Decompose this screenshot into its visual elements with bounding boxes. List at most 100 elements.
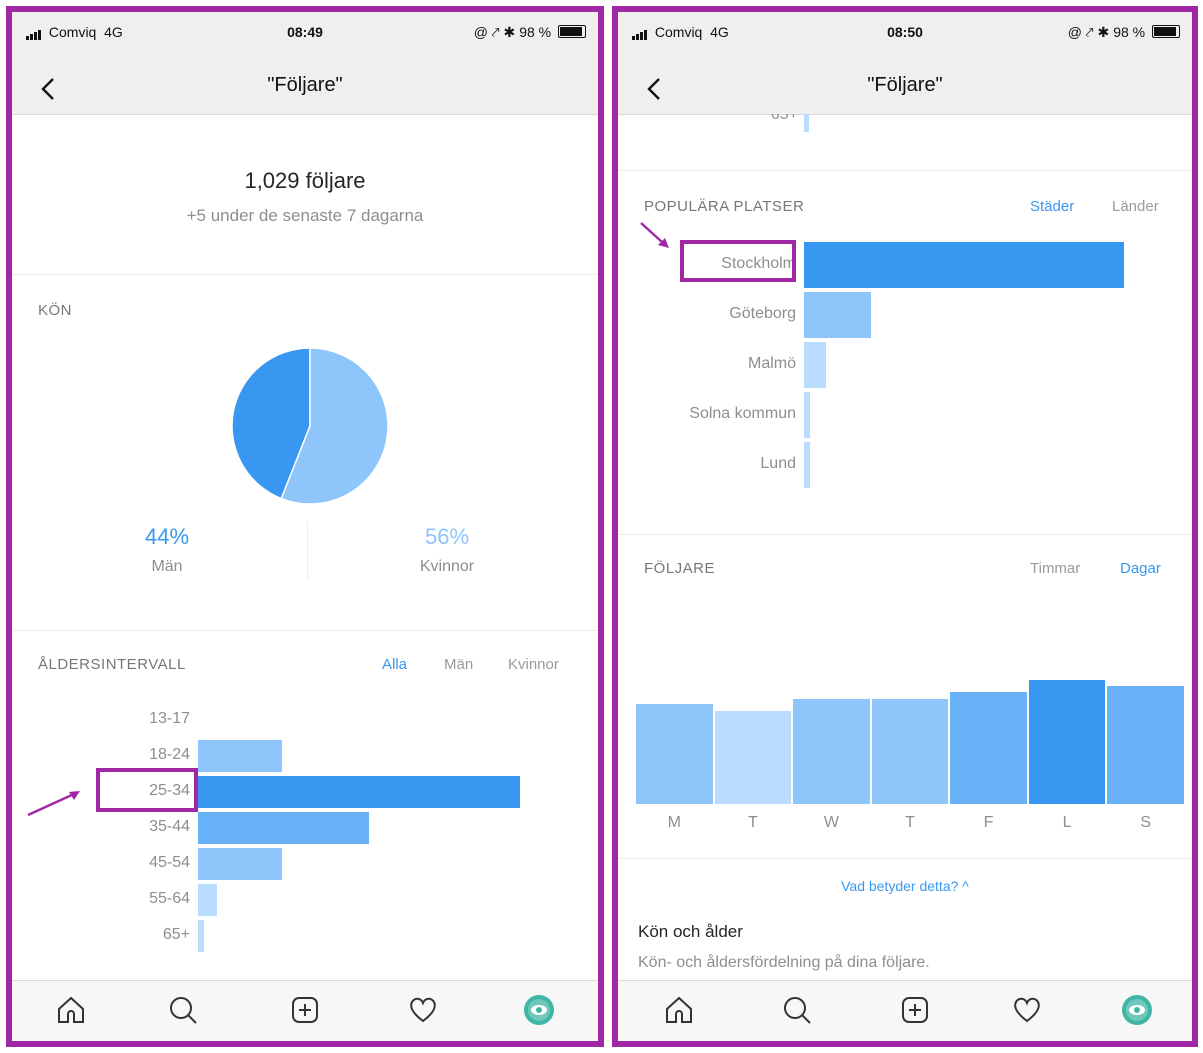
bar-label: 45-54	[149, 854, 190, 871]
search-icon[interactable]	[780, 993, 814, 1027]
divider	[618, 170, 1192, 171]
insights-content: 65+ POPULÄRA PLATSER Städer Länder Stock…	[618, 114, 1192, 981]
divider	[618, 858, 1192, 859]
divider	[12, 630, 598, 631]
info-title: Kön och ålder	[638, 922, 743, 941]
status-bar: Comviq 4G 08:50 @ ⤤ ✱ 98 %	[618, 12, 1192, 52]
highlight-box	[680, 240, 796, 282]
places-heading: POPULÄRA PLATSER	[644, 198, 805, 215]
day-label: F	[983, 814, 994, 831]
day-label: M	[667, 814, 681, 831]
tab-countries[interactable]: Länder	[1112, 198, 1159, 215]
info-text: Kön- och åldersfördelning på dina följar…	[638, 954, 930, 971]
location-icon: @ ⤤ ✱	[473, 24, 516, 40]
bar	[871, 698, 949, 804]
men-label: Män	[151, 558, 183, 575]
tab-hours[interactable]: Timmar	[1030, 560, 1080, 577]
battery-icon	[1152, 25, 1180, 38]
age-heading: ÅLDERSINTERVALL	[38, 656, 186, 673]
left-phone-screen: Comviq 4G 08:49 @ ⤤ ✱ 98 % "Följare" 1,0…	[6, 6, 604, 1047]
highlight-box	[96, 768, 198, 812]
age-label-cut: 65+	[770, 114, 798, 123]
profile-avatar-icon[interactable]	[522, 993, 556, 1027]
bar-label: 65+	[162, 926, 190, 943]
bar-label: Göteborg	[729, 305, 796, 322]
tab-cities[interactable]: Städer	[1030, 198, 1074, 215]
women-percent: 56%	[424, 524, 470, 549]
bar	[198, 776, 520, 808]
day-label: T	[747, 814, 758, 831]
arrow-icon	[640, 222, 669, 248]
bar	[1107, 686, 1184, 804]
tab-days[interactable]: Dagar	[1120, 560, 1161, 577]
battery-icon	[558, 25, 586, 38]
bottom-tab-bar	[618, 980, 1192, 1041]
bottom-tab-bar	[12, 980, 598, 1041]
bar	[804, 292, 872, 338]
bar	[198, 740, 282, 772]
bar	[198, 812, 369, 844]
bar	[950, 692, 1027, 804]
tab-all[interactable]: Alla	[382, 656, 407, 673]
home-icon[interactable]	[662, 993, 696, 1027]
bar-label: Solna kommun	[689, 405, 796, 422]
home-icon[interactable]	[54, 993, 88, 1027]
day-label: L	[1062, 814, 1072, 831]
status-right: @ ⤤ ✱ 98 %	[1068, 24, 1180, 41]
bar-label: 18-24	[149, 746, 190, 763]
bar	[636, 703, 713, 804]
age-bar-chart: 13-17 18-24 25-34 35-44 45-54 55-64 65+	[12, 702, 598, 962]
arrow-icon	[27, 791, 80, 817]
day-label: W	[823, 814, 839, 831]
divider	[618, 534, 1192, 535]
women-label: Kvinnor	[419, 558, 475, 575]
add-post-icon[interactable]	[288, 993, 322, 1027]
nav-bar: "Följare"	[12, 52, 598, 115]
bar	[198, 920, 205, 952]
status-right: @ ⤤ ✱ 98 %	[474, 24, 586, 41]
bar	[714, 711, 792, 804]
battery-level: 98 %	[519, 24, 552, 40]
gender-divider	[307, 522, 308, 580]
nav-bar: "Följare"	[618, 52, 1192, 115]
divider	[12, 274, 598, 275]
tab-men[interactable]: Män	[444, 656, 473, 673]
age-bar-cut	[804, 114, 809, 132]
gender-heading: KÖN	[38, 302, 73, 319]
day-label: S	[1140, 814, 1152, 831]
right-phone-screen: Comviq 4G 08:50 @ ⤤ ✱ 98 % "Följare" 65+…	[612, 6, 1198, 1047]
help-link[interactable]: Vad betyder detta? ^	[618, 878, 1192, 894]
bar-label: 13-17	[149, 710, 190, 727]
page-title: "Följare"	[267, 74, 343, 96]
battery-level: 98 %	[1113, 24, 1146, 40]
insights-content: 1,029 följare +5 under de senaste 7 daga…	[12, 114, 598, 981]
bar	[804, 342, 827, 388]
profile-avatar-icon[interactable]	[1120, 993, 1154, 1027]
gender-pie-chart	[231, 347, 389, 505]
bar-label: Lund	[760, 455, 796, 472]
tab-women[interactable]: Kvinnor	[508, 656, 559, 673]
men-percent: 44%	[144, 524, 190, 549]
bar	[198, 848, 282, 880]
followers-day-chart: MTWTFLS	[618, 674, 1192, 844]
followers-change: +5 under de senaste 7 dagarna	[186, 206, 424, 225]
bar	[1028, 680, 1106, 804]
status-bar: Comviq 4G 08:49 @ ⤤ ✱ 98 %	[12, 12, 598, 52]
bar-label: Malmö	[747, 355, 796, 372]
location-icon: @ ⤤ ✱	[1067, 24, 1110, 40]
bar	[793, 698, 870, 804]
search-icon[interactable]	[166, 993, 200, 1027]
bar-label: 35-44	[149, 818, 190, 835]
followers-count: 1,029 följare	[244, 168, 366, 193]
heart-icon[interactable]	[406, 993, 440, 1027]
bar	[804, 242, 1124, 288]
bar	[804, 442, 811, 488]
bar	[198, 884, 218, 916]
followers-heading: FÖLJARE	[644, 560, 716, 577]
page-title: "Följare"	[867, 74, 943, 96]
bar-label: 55-64	[149, 890, 190, 907]
add-post-icon[interactable]	[898, 993, 932, 1027]
bar	[804, 392, 811, 438]
heart-icon[interactable]	[1010, 993, 1044, 1027]
day-label: T	[905, 814, 915, 831]
